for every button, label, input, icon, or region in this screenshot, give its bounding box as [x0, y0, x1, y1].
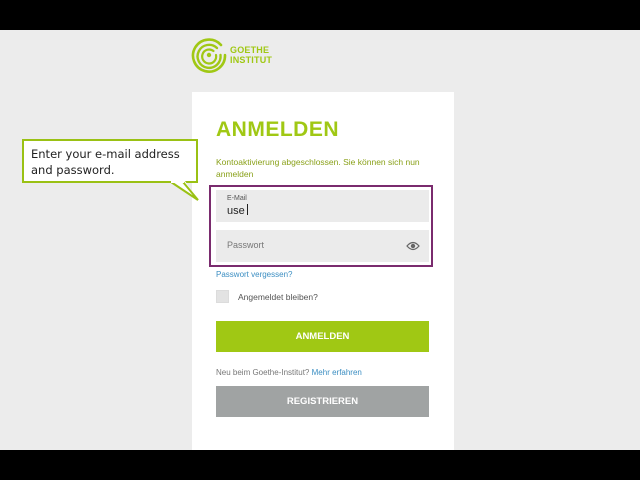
- callout-line-2: and password.: [31, 163, 115, 177]
- login-button[interactable]: ANMELDEN: [216, 321, 429, 352]
- email-input[interactable]: use: [227, 204, 248, 217]
- callout-line-1: Enter your e-mail address: [31, 147, 180, 161]
- remember-label: Angemeldet bleiben?: [238, 291, 318, 302]
- password-placeholder: Passwort: [227, 240, 265, 250]
- remember-me[interactable]: Angemeldet bleiben?: [216, 290, 318, 303]
- login-card: ANMELDEN Kontoaktivierung abgeschlossen.…: [192, 92, 454, 450]
- text-caret: [246, 204, 248, 215]
- new-user-prefix: Neu beim Goethe-Institut?: [216, 368, 310, 377]
- browser-viewport: GOETHE INSTITUT ANMELDEN Kontoaktivierun…: [0, 30, 640, 450]
- activation-message: Kontoaktivierung abgeschlossen. Sie könn…: [216, 157, 420, 179]
- email-label: E-Mail: [227, 195, 247, 202]
- logo-line-1: GOETHE: [230, 45, 270, 55]
- eye-icon[interactable]: [406, 240, 420, 252]
- email-field[interactable]: E-Mail use: [216, 190, 429, 222]
- new-user-text: Neu beim Goethe-Institut? Mehr erfahren: [216, 368, 362, 377]
- logo-wordmark: GOETHE INSTITUT: [230, 45, 272, 65]
- page-title: ANMELDEN: [216, 118, 339, 141]
- learn-more-link[interactable]: Mehr erfahren: [312, 368, 362, 377]
- register-button[interactable]: REGISTRIEREN: [216, 386, 429, 417]
- logo-line-2: INSTITUT: [230, 55, 273, 65]
- goethe-logo[interactable]: GOETHE INSTITUT: [191, 37, 272, 73]
- instruction-callout: Enter your e-mail address and password.: [22, 139, 198, 183]
- password-field[interactable]: Passwort: [216, 230, 429, 262]
- forgot-password-link[interactable]: Passwort vergessen?: [216, 270, 292, 279]
- remember-checkbox[interactable]: [216, 290, 229, 303]
- email-value: use: [227, 205, 245, 217]
- goethe-rings-icon: [191, 38, 227, 73]
- callout-pointer: [171, 181, 199, 201]
